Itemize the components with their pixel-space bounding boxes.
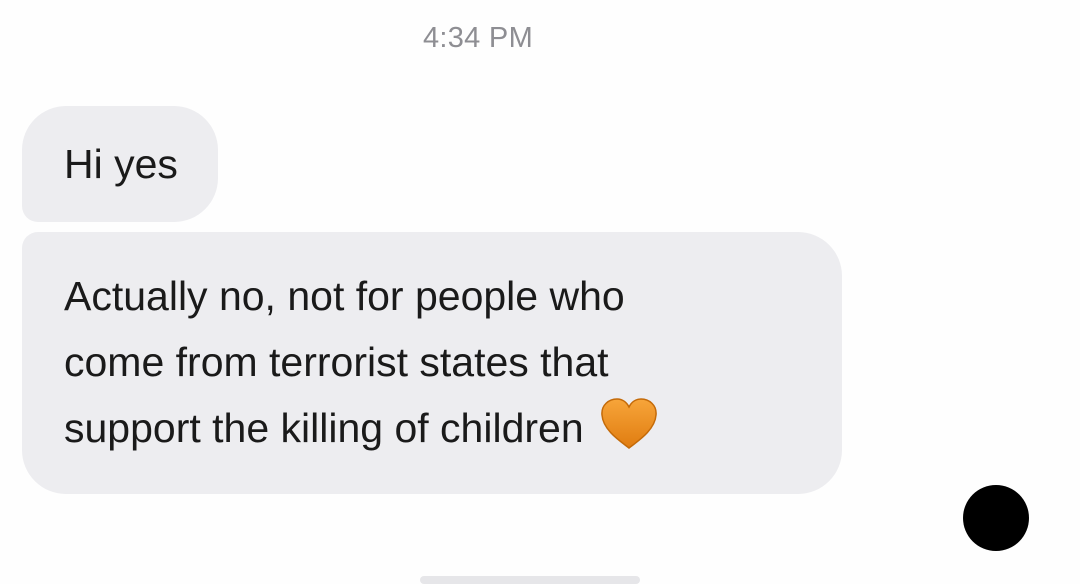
message-text-line-last: support the killing of children bbox=[64, 395, 812, 461]
message-row: Hi yes bbox=[22, 106, 842, 222]
incoming-message-bubble[interactable]: Hi yes bbox=[22, 106, 218, 222]
home-indicator[interactable] bbox=[420, 576, 640, 584]
message-text-line: Actually no, not for people who bbox=[64, 273, 625, 319]
message-text: Hi yes bbox=[64, 141, 178, 187]
black-dot bbox=[963, 485, 1029, 551]
message-thread: Hi yes Actually no, not for people who c… bbox=[22, 106, 842, 494]
message-text-line: support the killing of children bbox=[64, 405, 584, 451]
message-timestamp: 4:34 PM bbox=[422, 22, 534, 54]
incoming-message-bubble[interactable]: Actually no, not for people who come fro… bbox=[22, 232, 842, 494]
message-text-line: come from terrorist states that bbox=[64, 339, 609, 385]
orange-heart-icon bbox=[598, 396, 660, 452]
